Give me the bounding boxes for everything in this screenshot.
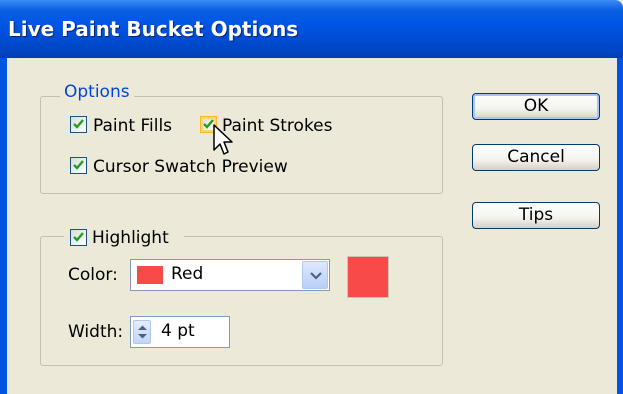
options-group [40, 96, 443, 194]
chevron-down-icon [310, 272, 322, 280]
cursor-swatch-preview-label[interactable]: Cursor Swatch Preview [93, 157, 288, 177]
paint-fills-label[interactable]: Paint Fills [93, 116, 172, 136]
width-stepper[interactable] [133, 320, 151, 344]
paint-fills-checkbox[interactable] [70, 116, 87, 133]
checkmark-icon [73, 160, 84, 170]
highlight-legend: Highlight [64, 226, 184, 250]
up-down-arrows-icon [138, 325, 147, 339]
highlight-label[interactable]: Highlight [92, 228, 169, 248]
window-border-left [0, 58, 7, 394]
width-value: 4 pt [161, 321, 195, 341]
color-select[interactable]: Red [130, 259, 330, 291]
highlight-checkbox[interactable] [70, 229, 87, 246]
color-swatch-small [137, 266, 163, 284]
color-label: Color: [68, 265, 118, 285]
mouse-pointer-icon [213, 124, 233, 155]
checkmark-icon [73, 119, 84, 129]
color-preview-swatch [347, 256, 389, 298]
cursor-swatch-preview-checkbox[interactable] [70, 157, 87, 174]
title-bar[interactable]: Live Paint Bucket Options [0, 0, 623, 58]
ok-button[interactable]: OK [472, 93, 600, 120]
color-select-value: Red [171, 264, 204, 284]
cancel-button[interactable]: Cancel [472, 144, 600, 171]
checkmark-icon [73, 232, 84, 242]
options-legend: Options [60, 82, 134, 102]
dropdown-arrow-button[interactable] [302, 261, 328, 289]
width-label: Width: [68, 322, 124, 342]
window-title: Live Paint Bucket Options [8, 17, 299, 41]
width-input[interactable]: 4 pt [130, 316, 230, 348]
window-border-right [617, 58, 623, 394]
tips-button[interactable]: Tips [472, 202, 600, 229]
dialog-window: Live Paint Bucket Options Options Paint … [0, 0, 623, 394]
